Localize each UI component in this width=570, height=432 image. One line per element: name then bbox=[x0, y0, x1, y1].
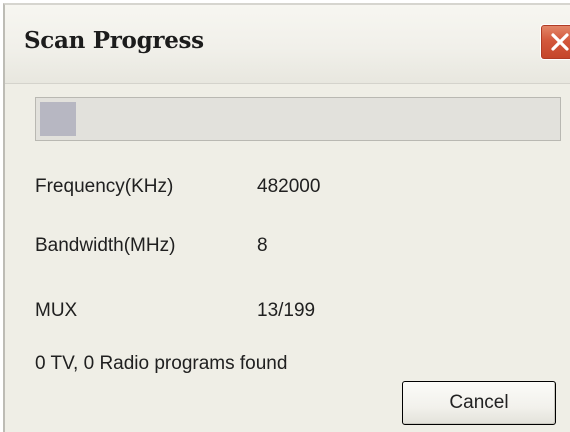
scan-progress-bar bbox=[35, 97, 561, 141]
progress-fill bbox=[40, 102, 76, 136]
scan-progress-dialog: Scan Progress Frequency(KHz) 482000 Band… bbox=[3, 3, 570, 432]
mux-value: 13/199 bbox=[257, 300, 316, 321]
dialog-title: Scan Progress bbox=[24, 27, 204, 54]
close-button[interactable] bbox=[540, 24, 570, 60]
close-icon bbox=[551, 33, 569, 51]
title-bar[interactable]: Scan Progress bbox=[5, 5, 570, 83]
cancel-button[interactable]: Cancel bbox=[402, 381, 556, 425]
frequency-value: 482000 bbox=[257, 176, 321, 197]
programs-found-status: 0 TV, 0 Radio programs found bbox=[35, 353, 288, 374]
bandwidth-label: Bandwidth(MHz) bbox=[35, 235, 176, 256]
frequency-label: Frequency(KHz) bbox=[35, 176, 174, 197]
bandwidth-value: 8 bbox=[257, 235, 268, 256]
title-divider bbox=[5, 83, 570, 84]
mux-label: MUX bbox=[35, 300, 78, 321]
